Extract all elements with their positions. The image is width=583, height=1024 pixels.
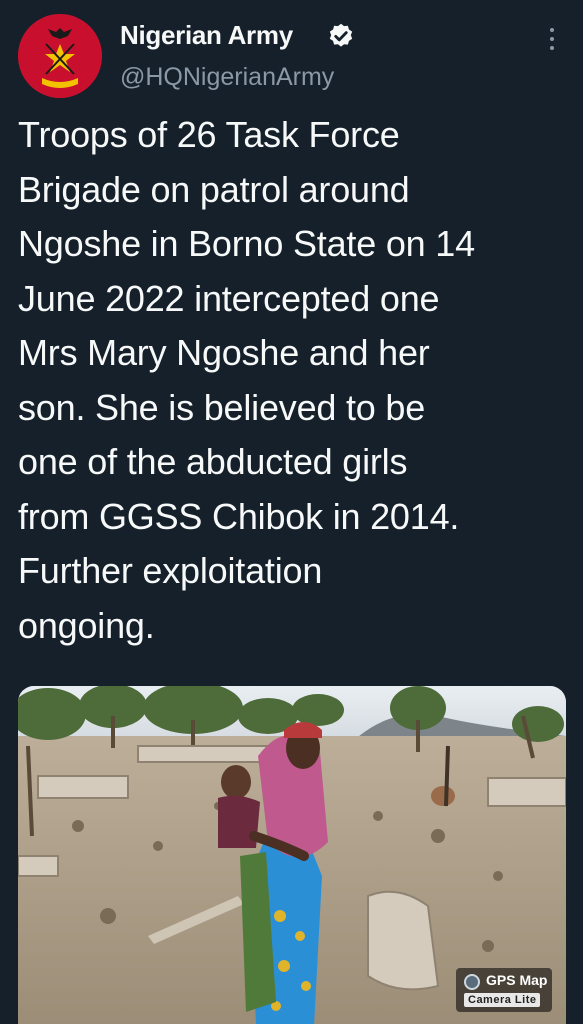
tweet-text: Troops of 26 Task Force Brigade on patro… xyxy=(18,114,475,646)
profile-avatar[interactable] xyxy=(18,14,102,98)
display-name[interactable]: Nigerian Army xyxy=(120,20,293,51)
watermark-subtitle: Camera Lite xyxy=(464,993,541,1007)
gps-camera-icon xyxy=(464,974,480,990)
watermark-title: GPS Map xyxy=(486,972,548,988)
tweet-photo[interactable]: GPS Map Camera Lite xyxy=(18,686,566,1024)
more-options-icon[interactable] xyxy=(545,28,559,54)
user-handle[interactable]: @HQNigerianArmy xyxy=(120,63,334,92)
army-crest-icon xyxy=(18,14,102,98)
verified-badge-icon xyxy=(329,23,353,47)
gps-map-watermark: GPS Map Camera Lite xyxy=(456,968,552,1012)
